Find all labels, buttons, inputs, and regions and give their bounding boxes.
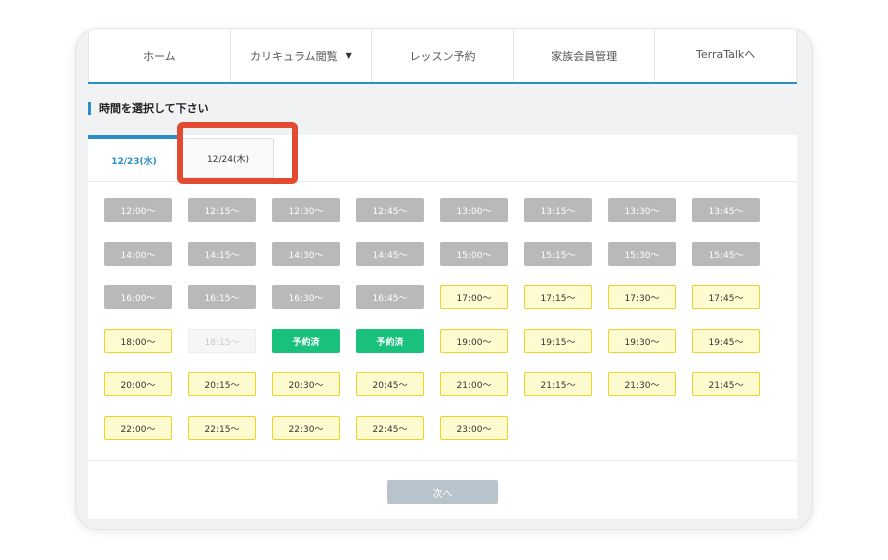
time-slot[interactable]: 21:30～	[608, 372, 676, 396]
time-slot[interactable]: 18:00～	[104, 329, 172, 353]
top-nav: ホーム カリキュラム閲覧 ▼ レッスン予約 家族会員管理 TerraTalkへ	[88, 29, 797, 84]
time-slot: 15:45～	[692, 242, 760, 266]
nav-home-label: ホーム	[142, 49, 176, 63]
time-slot[interactable]: 22:15～	[188, 416, 256, 440]
device-frame: ホーム カリキュラム閲覧 ▼ レッスン予約 家族会員管理 TerraTalkへ 時…	[76, 29, 812, 529]
time-slot[interactable]: 17:15～	[524, 285, 592, 309]
time-slot: 14:30～	[272, 242, 340, 266]
time-slot: 13:30～	[608, 198, 676, 222]
time-slot: 13:45～	[692, 198, 760, 222]
time-slot: 15:00～	[440, 242, 508, 266]
time-slot[interactable]: 21:15～	[524, 372, 592, 396]
time-slot[interactable]: 22:45～	[356, 416, 424, 440]
time-slot[interactable]: 20:30～	[272, 372, 340, 396]
nav-curriculum[interactable]: カリキュラム閲覧 ▼	[231, 29, 373, 82]
time-slot[interactable]: 23:00～	[440, 416, 508, 440]
nav-terratalk-label: TerraTalkへ	[696, 48, 756, 61]
nav-curriculum-label: カリキュラム閲覧	[249, 49, 338, 63]
time-slot[interactable]: 20:45～	[356, 372, 424, 396]
tab-date-2[interactable]: 12/24(木)	[182, 138, 274, 178]
divider	[88, 460, 797, 461]
time-slot[interactable]: 19:45～	[692, 329, 760, 353]
time-slot: 12:45～	[356, 198, 424, 222]
next-button[interactable]: 次へ	[387, 480, 498, 504]
time-slot: 15:15～	[524, 242, 592, 266]
time-slot[interactable]: 22:00～	[104, 416, 172, 440]
time-slot-booked: 予約済	[272, 329, 340, 353]
tab-date-1[interactable]: 12/23(水)	[88, 135, 180, 181]
time-slot[interactable]: 19:00～	[440, 329, 508, 353]
time-slot[interactable]: 22:30～	[272, 416, 340, 440]
time-slot: 14:45～	[356, 242, 424, 266]
time-slot: 14:00～	[104, 242, 172, 266]
time-slot: 18:15～	[188, 329, 256, 353]
time-slot: 12:00～	[104, 198, 172, 222]
nav-family-management-label: 家族会員管理	[551, 49, 618, 63]
section-title: 時間を選択して下さい	[88, 102, 209, 115]
nav-home[interactable]: ホーム	[88, 29, 231, 82]
time-slot: 16:00～	[104, 285, 172, 309]
time-slot[interactable]: 19:15～	[524, 329, 592, 353]
time-slot[interactable]: 20:00～	[104, 372, 172, 396]
time-slot[interactable]: 17:00～	[440, 285, 508, 309]
time-slot[interactable]: 17:30～	[608, 285, 676, 309]
time-slot: 13:00～	[440, 198, 508, 222]
nav-family-management[interactable]: 家族会員管理	[514, 29, 656, 82]
date-tabs: 12/23(水) 12/24(木)	[88, 122, 797, 184]
time-slot: 16:15～	[188, 285, 256, 309]
time-slot: 15:30～	[608, 242, 676, 266]
time-slot: 12:15～	[188, 198, 256, 222]
time-select-panel: 12/23(水) 12/24(木) 12:00～ 12:15～ 12:30～ 12:4…	[88, 122, 797, 519]
nav-terratalk[interactable]: TerraTalkへ	[655, 29, 797, 82]
time-slot[interactable]: 21:00～	[440, 372, 508, 396]
time-slot: 13:15～	[524, 198, 592, 222]
nav-lesson-booking-label: レッスン予約	[409, 49, 476, 63]
time-slot: 14:15～	[188, 242, 256, 266]
time-slot: 16:45～	[356, 285, 424, 309]
time-slot[interactable]: 21:45～	[692, 372, 760, 396]
time-slot-booked: 予約済	[356, 329, 424, 353]
time-slot[interactable]: 19:30～	[608, 329, 676, 353]
time-slot[interactable]: 17:45～	[692, 285, 760, 309]
nav-lesson-booking[interactable]: レッスン予約	[372, 29, 514, 82]
caret-down-icon: ▼	[345, 51, 352, 60]
time-slot[interactable]: 20:15～	[188, 372, 256, 396]
time-slot: 16:30～	[272, 285, 340, 309]
time-slot: 12:30～	[272, 198, 340, 222]
